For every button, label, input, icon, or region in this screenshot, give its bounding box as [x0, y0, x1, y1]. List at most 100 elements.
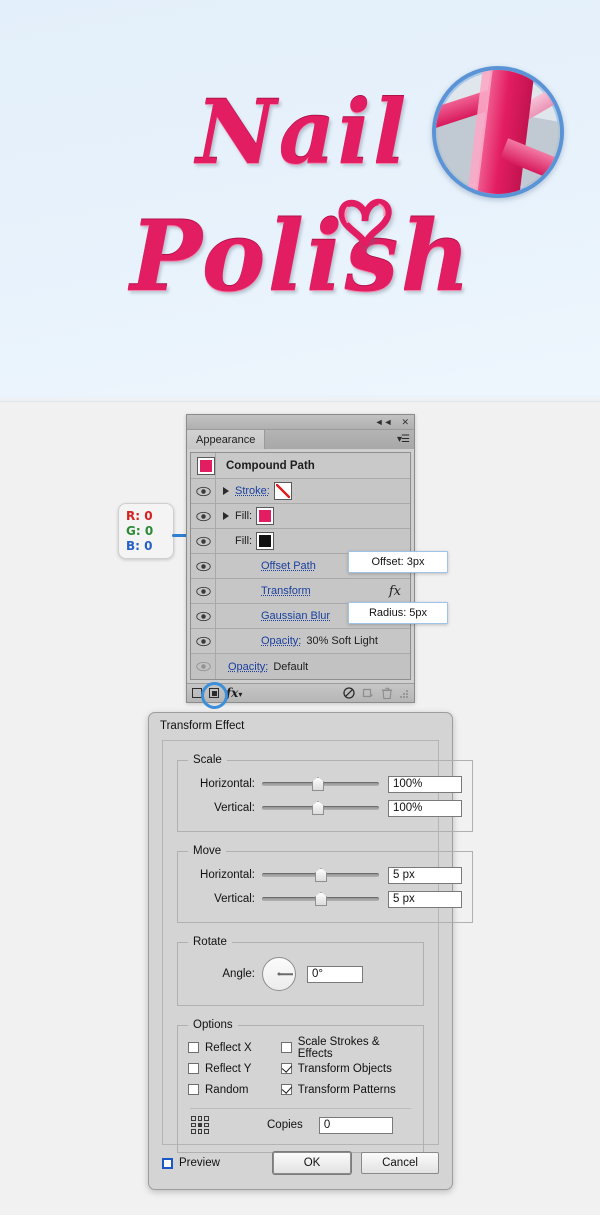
appearance-target-row[interactable]: Compound Path — [191, 453, 410, 479]
move-vertical-slider[interactable] — [262, 892, 379, 906]
appearance-row-transform[interactable]: Transform fx — [191, 579, 410, 604]
move-vertical-input[interactable]: 5 px — [388, 890, 462, 908]
rgb-value-callout: R: 0 G: 0 B: 0 — [118, 503, 174, 559]
dialog-title: Transform Effect — [160, 720, 245, 732]
resize-grip-icon[interactable] — [400, 689, 409, 698]
scale-vertical-slider[interactable] — [262, 801, 379, 815]
move-horizontal-slider[interactable] — [262, 868, 379, 882]
visibility-toggle-fill-pink[interactable] — [191, 504, 216, 528]
copies-row: Copies 0 — [188, 1109, 413, 1141]
checkbox-transform-patterns[interactable]: Transform Patterns — [280, 1079, 413, 1100]
appearance-row-fill-pink[interactable]: Fill: — [191, 504, 410, 529]
disclosure-triangle-fill-pink[interactable] — [216, 512, 235, 520]
checkbox-random[interactable]: Random — [188, 1079, 281, 1100]
rotate-angle-input[interactable]: 0° — [307, 965, 363, 983]
panel-menu-icon[interactable]: ▾☰ — [397, 434, 410, 445]
visibility-toggle-transform[interactable] — [191, 579, 216, 603]
magnifier-detail-icon — [432, 66, 564, 198]
scale-vertical-input[interactable]: 100% — [388, 799, 462, 817]
reference-point-grid-icon[interactable] — [191, 1116, 209, 1134]
rgb-green-value: G: 0 — [126, 524, 154, 538]
appearance-row-label[interactable]: Offset Path — [216, 560, 316, 572]
appearance-row-opacity-soft-light[interactable]: Opacity: 30% Soft Light — [191, 629, 410, 654]
heart-icon — [338, 198, 392, 248]
scale-horizontal-slider[interactable] — [262, 777, 379, 791]
rgb-blue-value: B: 0 — [126, 539, 153, 553]
rgb-red-value: R: 0 — [126, 509, 153, 523]
options-column-left: Reflect X Reflect Y Random — [188, 1037, 281, 1100]
appearance-row-label[interactable]: Stroke: — [235, 485, 270, 497]
appearance-row-label[interactable]: Opacity: — [216, 661, 268, 673]
move-horizontal-input[interactable]: 5 px — [388, 866, 462, 884]
visibility-toggle-offset-path[interactable] — [191, 554, 216, 578]
transform-effect-dialog: Transform Effect Scale Horizontal: 100% … — [148, 712, 473, 1190]
tab-appearance[interactable]: Appearance — [187, 430, 266, 449]
appearance-row-opacity-default[interactable]: Opacity: Default — [191, 654, 410, 679]
options-group: Options Reflect X Reflect Y Random Scale — [177, 1019, 424, 1153]
disclosure-triangle-stroke[interactable] — [216, 487, 235, 495]
move-horizontal-label: Horizontal: — [200, 869, 255, 881]
appearance-row-label[interactable]: Transform — [216, 585, 311, 597]
fill-color-swatch-black[interactable] — [256, 532, 275, 550]
callout-offset-value: Offset: 3px — [348, 551, 448, 573]
checkbox-preview[interactable]: Preview — [162, 1157, 220, 1169]
scale-vertical-label: Vertical: — [214, 802, 255, 814]
target-color-swatch[interactable] — [197, 456, 215, 475]
duplicate-item-icon[interactable] — [362, 687, 374, 699]
appearance-row-label: Fill: — [235, 510, 253, 522]
stroke-color-swatch-none[interactable] — [273, 482, 292, 500]
visibility-toggle-opacity-soft-light[interactable] — [191, 629, 216, 653]
visibility-toggle-stroke[interactable] — [191, 479, 216, 503]
visibility-toggle-opacity-default[interactable] — [191, 654, 216, 679]
callout-radius-value: Radius: 5px — [348, 602, 448, 624]
eye-icon — [195, 561, 211, 571]
scale-horizontal-label: Horizontal: — [200, 778, 255, 790]
add-new-effect-icon[interactable]: fx▾ — [226, 686, 242, 700]
appearance-row-stroke[interactable]: Stroke: — [191, 479, 410, 504]
collapse-double-arrow-icon[interactable]: ◄◄ — [375, 417, 393, 427]
scale-horizontal-input[interactable]: 100% — [388, 775, 462, 793]
checkbox-transform-objects-label: Transform Objects — [297, 1062, 392, 1075]
move-group: Move Horizontal: 5 px Vertical: 5 px — [177, 845, 473, 923]
tab-appearance-label: Appearance — [196, 433, 256, 446]
checkbox-transform-patterns-label: Transform Patterns — [297, 1083, 396, 1096]
visibility-toggle-fill-black[interactable] — [191, 529, 216, 553]
transform-fx-icon[interactable]: fx — [389, 584, 401, 599]
checkbox-reflect-x[interactable]: Reflect X — [188, 1037, 281, 1058]
trash-icon[interactable] — [381, 687, 393, 700]
close-icon[interactable]: ✕ — [401, 417, 409, 427]
appearance-row-label: Fill: — [235, 535, 253, 547]
artwork-preview: Nail Polish — [0, 0, 600, 402]
checkbox-reflect-x-label: Reflect X — [205, 1041, 252, 1054]
scale-vertical-row: Vertical: 100% — [188, 796, 462, 820]
checkbox-reflect-y[interactable]: Reflect Y — [188, 1058, 281, 1079]
dialog-content: Scale Horizontal: 100% Vertical: 100% Mo… — [162, 740, 473, 1153]
eye-icon — [195, 636, 211, 646]
appearance-row-label[interactable]: Opacity: — [216, 635, 301, 647]
clear-appearance-no-icon[interactable] — [343, 687, 355, 699]
cancel-button[interactable]: Cancel — [361, 1152, 439, 1174]
checkbox-scale-strokes-effects[interactable]: Scale Strokes & Effects — [280, 1036, 413, 1060]
dialog-buttons: OK Cancel — [273, 1152, 439, 1174]
rotate-angle-row: Angle: 0° — [188, 954, 413, 994]
ok-button[interactable]: OK — [273, 1152, 351, 1174]
fill-color-swatch-pink[interactable] — [256, 507, 275, 525]
angle-dial-icon[interactable] — [262, 957, 296, 991]
scale-horizontal-row: Horizontal: 100% — [188, 772, 462, 796]
target-swatch-cell — [191, 453, 216, 478]
new-art-has-basic-appearance-icon[interactable] — [192, 688, 202, 698]
move-legend: Move — [193, 845, 222, 857]
checkbox-transform-objects[interactable]: Transform Objects — [280, 1058, 413, 1079]
options-column-right: Scale Strokes & Effects Transform Object… — [280, 1036, 413, 1100]
eye-icon — [195, 611, 211, 621]
visibility-toggle-gaussian-blur[interactable] — [191, 604, 216, 628]
rotate-legend: Rotate — [193, 936, 227, 948]
appearance-row-label[interactable]: Gaussian Blur — [216, 610, 330, 622]
copies-input[interactable]: 0 — [318, 1116, 393, 1134]
scale-group: Scale Horizontal: 100% Vertical: 100% — [177, 754, 473, 832]
panel-tab-row: Appearance ▾☰ — [187, 430, 414, 449]
rotate-group: Rotate Angle: 0° — [177, 936, 424, 1006]
eye-icon — [195, 486, 211, 496]
appearance-target-title: Compound Path — [226, 459, 315, 472]
clear-appearance-icon[interactable] — [201, 682, 228, 709]
